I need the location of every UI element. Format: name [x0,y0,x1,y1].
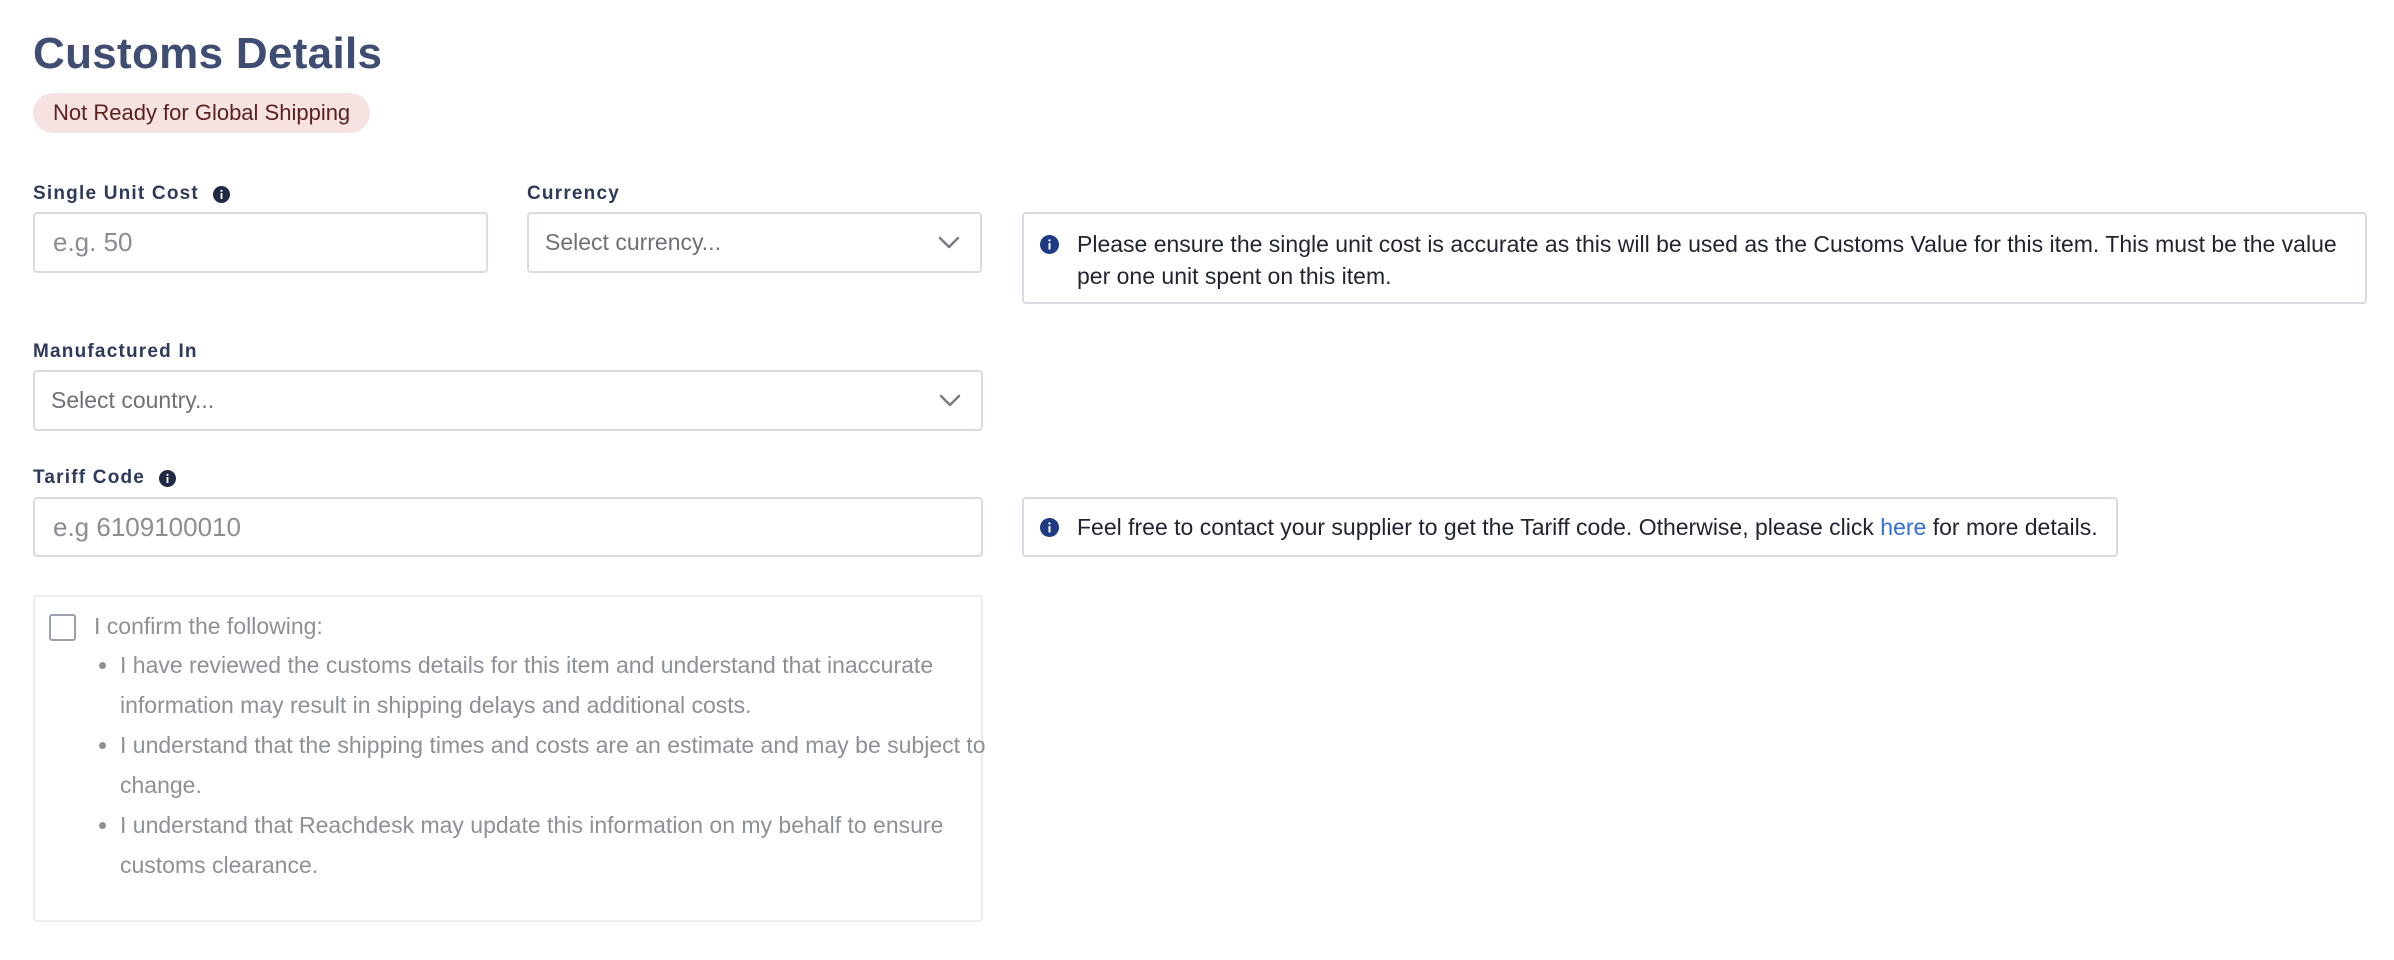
tariff-code-notice-text: Feel free to contact your supplier to ge… [1077,511,2098,543]
manufactured-in-label: Manufactured In [33,341,198,362]
tariff-code-notice: Feel free to contact your supplier to ge… [1022,497,2118,557]
customs-details-page: Customs Details Not Ready for Global Shi… [0,0,2394,960]
currency-label-row: Currency [527,182,620,206]
unit-cost-input[interactable] [33,212,488,273]
unit-cost-info-icon[interactable] [212,185,230,203]
confirmation-list: I have reviewed the customs details for … [90,645,990,885]
currency-label: Currency [527,183,621,204]
unit-cost-notice: Please ensure the single unit cost is ac… [1022,212,2367,304]
unit-cost-label: Single Unit Cost [33,183,199,204]
unit-cost-notice-text: Please ensure the single unit cost is ac… [1077,231,2337,289]
chevron-down-icon [937,388,963,414]
confirmation-item: I have reviewed the customs details for … [120,645,990,725]
currency-select-value: Select currency... [545,229,721,255]
tariff-notice-after: for more details. [1932,514,2098,540]
unit-cost-label-row: Single Unit Cost [33,182,230,206]
confirm-checkbox[interactable] [49,614,76,641]
manufactured-in-label-row: Manufactured In [33,340,198,364]
page-title: Customs Details [33,29,383,78]
tariff-code-input[interactable] [33,497,983,557]
currency-select[interactable]: Select currency... [527,212,982,273]
confirmation-box: I confirm the following: I have reviewed… [33,595,986,922]
info-icon [1040,235,1059,254]
tariff-code-info-icon[interactable] [159,469,177,487]
tariff-code-label-row: Tariff Code [33,466,177,490]
confirmation-item: I understand that Reachdesk may update t… [120,805,990,885]
confirmation-lead: I confirm the following: [94,613,323,639]
status-badge: Not Ready for Global Shipping [33,93,371,133]
chevron-down-icon [936,230,962,256]
tariff-code-label: Tariff Code [33,467,146,488]
confirmation-item: I understand that the shipping times and… [120,725,990,805]
info-icon [1040,517,1059,537]
tariff-details-link[interactable]: here [1880,514,1926,540]
manufactured-in-select-value: Select country... [51,387,215,413]
manufactured-in-select[interactable]: Select country... [33,370,983,431]
tariff-notice-before: Feel free to contact your supplier to ge… [1077,514,1874,540]
